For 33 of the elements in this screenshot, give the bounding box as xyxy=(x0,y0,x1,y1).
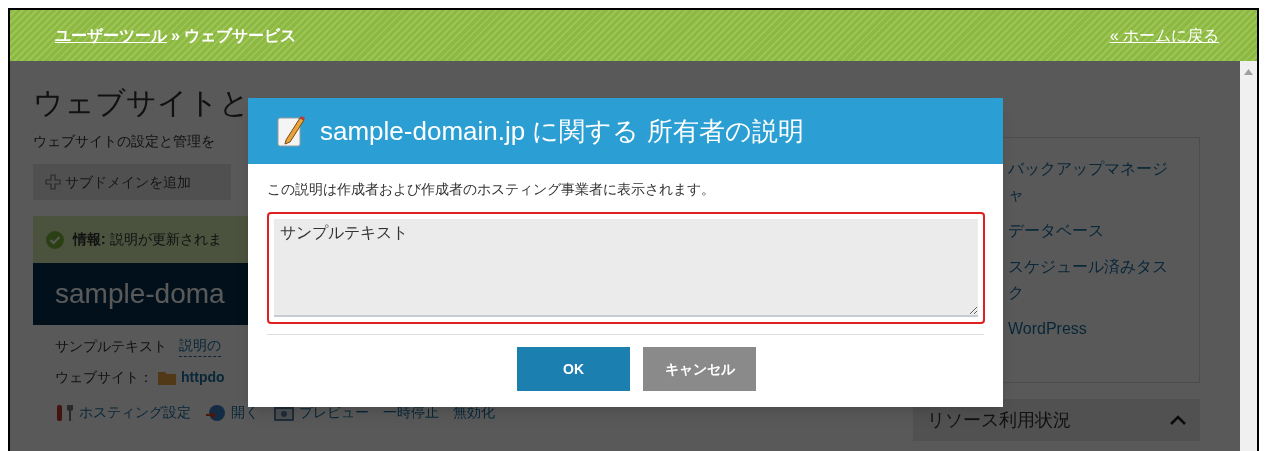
website-label: ウェブサイト： xyxy=(55,368,153,387)
website-link[interactable]: httpdo xyxy=(181,367,225,388)
resource-panel-title: リソース利用状況 xyxy=(927,408,1071,432)
sidebar-link[interactable]: バックアップマネージャ xyxy=(1008,156,1171,208)
scrollbar[interactable] xyxy=(1240,61,1257,451)
description-link[interactable]: 説明の xyxy=(179,335,221,357)
ok-button[interactable]: OK xyxy=(517,347,630,391)
page-title: ウェブサイトと xyxy=(33,85,251,121)
sidebar-link[interactable]: スケジュール済みタスク xyxy=(1008,254,1171,306)
action-link[interactable]: ホスティング設定 xyxy=(55,402,191,423)
sidebar-link[interactable]: WordPress xyxy=(1008,316,1171,342)
resource-panel-header[interactable]: リソース利用状況 xyxy=(913,399,1200,441)
description-text: サンプルテキスト xyxy=(55,336,167,356)
cancel-button[interactable]: キャンセル xyxy=(643,347,756,391)
globe-arrow-icon xyxy=(205,403,227,422)
sidebar-link[interactable]: データベース xyxy=(1008,218,1171,244)
folder-icon xyxy=(157,369,177,386)
plus-icon xyxy=(45,174,61,190)
description-field[interactable]: サンプルテキスト xyxy=(274,219,978,317)
breadcrumb-link[interactable]: ユーザーツール xyxy=(55,23,167,48)
domain-name: sample-doma xyxy=(55,277,225,311)
scroll-up-icon xyxy=(1244,69,1253,75)
dialog-title: sample-domain.jp に関する 所有者の説明 xyxy=(320,114,804,148)
page-subtitle: ウェブサイトの設定と管理を xyxy=(33,132,215,151)
breadcrumb-separator: » xyxy=(171,25,180,46)
home-link[interactable]: « ホームに戻る xyxy=(1109,23,1219,48)
tools-icon xyxy=(55,403,75,422)
dialog-message: この説明は作成者および作成者のホスティング事業者に表示されます。 xyxy=(267,180,716,199)
action-link[interactable]: 開く xyxy=(205,402,259,423)
breadcrumb-current: ウェブサービス xyxy=(183,25,296,46)
check-icon xyxy=(45,229,65,250)
pencil-note-icon xyxy=(276,114,308,148)
info-message: 情報: 説明が更新されま xyxy=(73,230,222,249)
